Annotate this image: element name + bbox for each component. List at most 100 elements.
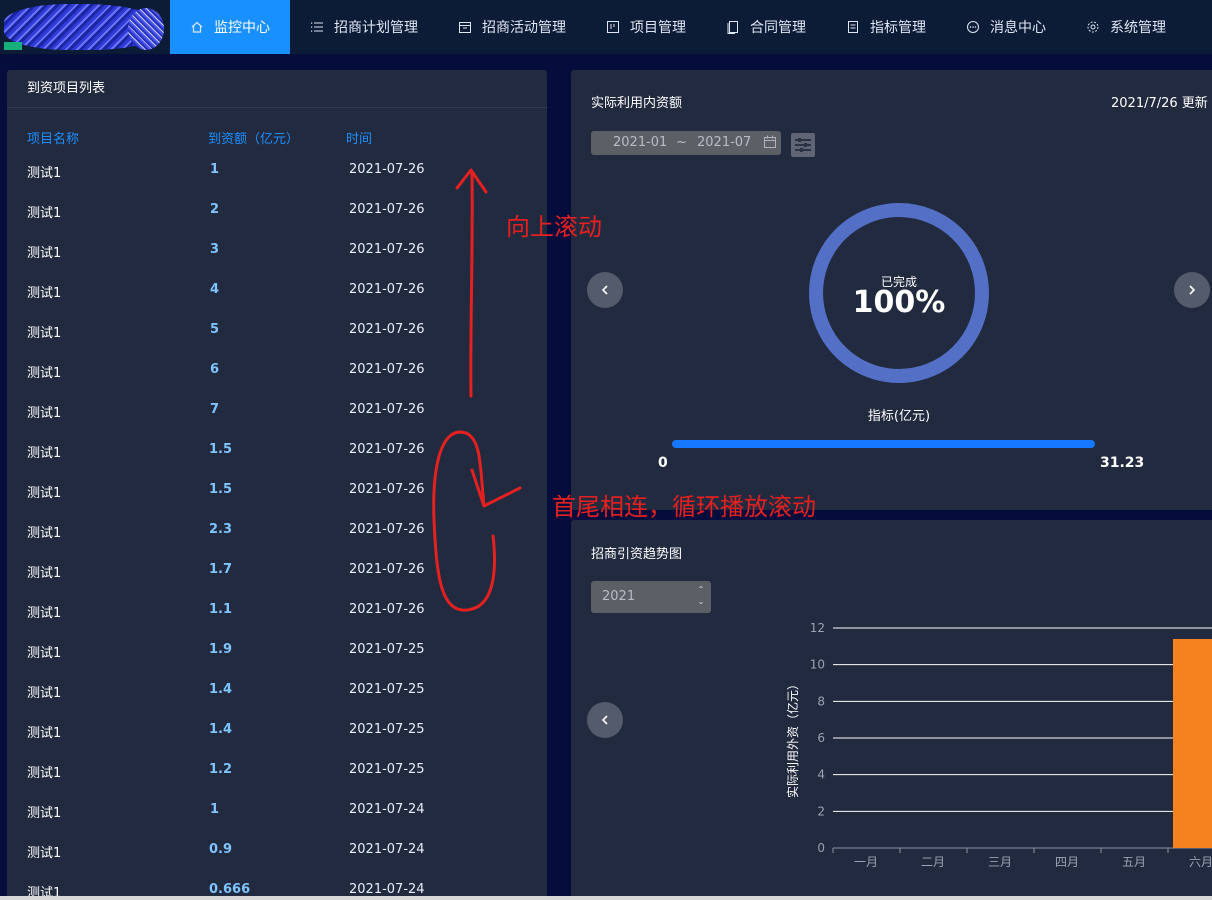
cell-project-name: 测试1 xyxy=(27,686,62,701)
nav-item-2[interactable]: 招商活动管理 xyxy=(438,0,586,54)
cell-project-name: 测试1 xyxy=(27,446,62,461)
table-row[interactable]: 测试1 1.4 2021-07-25 xyxy=(7,710,547,750)
table-row[interactable]: 测试1 2 2021-07-26 xyxy=(7,190,547,230)
y-tick-label: 10 xyxy=(810,658,825,672)
chevron-right-icon xyxy=(1189,285,1196,295)
nav-item-0[interactable]: 监控中心 xyxy=(170,0,290,54)
table-row[interactable]: 测试1 1.2 2021-07-25 xyxy=(7,750,547,790)
x-tick-label: 一月 xyxy=(854,855,878,869)
table-header: 项目名称 到资额（亿元） 时间 xyxy=(7,128,547,148)
prev-arrow-button[interactable] xyxy=(587,272,623,308)
logo xyxy=(0,0,170,54)
cell-project-name: 测试1 xyxy=(27,406,62,421)
cell-date: 2021-07-26 xyxy=(349,202,425,217)
nav-item-label: 系统管理 xyxy=(1110,20,1166,36)
cell-project-name: 测试1 xyxy=(27,806,62,821)
ring-percentage: 100% xyxy=(852,285,946,320)
cell-amount: 1.5 xyxy=(209,442,233,457)
bar xyxy=(1173,639,1212,848)
cell-amount: 0.666 xyxy=(209,882,251,897)
next-arrow-button[interactable] xyxy=(1174,272,1210,308)
chevron-left-icon xyxy=(601,285,608,295)
bar-min-value: 0 xyxy=(658,455,668,471)
cell-project-name: 测试1 xyxy=(27,526,62,541)
table-row[interactable]: 测试1 3 2021-07-26 xyxy=(7,230,547,270)
nav-item-1[interactable]: 招商计划管理 xyxy=(290,0,438,54)
table-row[interactable]: 测试1 7 2021-07-26 xyxy=(7,390,547,430)
nav-item-label: 合同管理 xyxy=(750,20,806,36)
cell-date: 2021-07-26 xyxy=(349,522,425,537)
cell-project-name: 测试1 xyxy=(27,246,62,261)
column-header-amount: 到资额（亿元） xyxy=(208,132,300,147)
cell-date: 2021-07-25 xyxy=(349,642,425,657)
table-row[interactable]: 测试1 1 2021-07-24 xyxy=(7,790,547,830)
table-row[interactable]: 测试1 2.3 2021-07-26 xyxy=(7,510,547,550)
funds-panel: 实际利用内资额 2021/7/26 更新 2021-01 ~ 2021-07 已… xyxy=(571,70,1212,510)
cell-amount: 4 xyxy=(210,282,220,297)
gear-icon xyxy=(1086,20,1100,34)
table-row[interactable]: 测试1 1.7 2021-07-26 xyxy=(7,550,547,590)
y-tick-label: 2 xyxy=(817,804,825,818)
nav-item-label: 招商活动管理 xyxy=(482,20,566,36)
x-tick-label: 二月 xyxy=(921,855,945,869)
table-row[interactable]: 测试1 1 2021-07-26 xyxy=(7,150,547,190)
table-row[interactable]: 测试1 4 2021-07-26 xyxy=(7,270,547,310)
date-separator: ~ xyxy=(676,135,687,150)
cell-amount: 5 xyxy=(210,322,220,337)
trend-panel: 招商引资趋势图 2021 ⌃ ⌄ 0 2 4 6 8 10 12 一月 二月 三月 四月 五月 六月 实际… xyxy=(571,520,1212,900)
cell-amount: 1.4 xyxy=(209,682,233,697)
table-row[interactable]: 测试1 1.5 2021-07-26 xyxy=(7,470,547,510)
cell-date: 2021-07-26 xyxy=(349,282,425,297)
y-tick-label: 0 xyxy=(817,841,825,855)
date-start: 2021-01 xyxy=(613,135,668,150)
indicator-progress-fill xyxy=(672,440,1095,448)
document-icon xyxy=(846,20,860,34)
cell-date: 2021-07-25 xyxy=(349,762,425,777)
cell-project-name: 测试1 xyxy=(27,366,62,381)
cell-date: 2021-07-26 xyxy=(349,442,425,457)
table-row[interactable]: 测试1 1.4 2021-07-25 xyxy=(7,670,547,710)
cell-date: 2021-07-24 xyxy=(349,802,425,817)
date-range-picker[interactable]: 2021-01 ~ 2021-07 xyxy=(591,131,781,155)
nav-item-5[interactable]: 指标管理 xyxy=(826,0,946,54)
nav-item-4[interactable]: 合同管理 xyxy=(706,0,826,54)
cell-project-name: 测试1 xyxy=(27,606,62,621)
nav-item-3[interactable]: 项目管理 xyxy=(586,0,706,54)
x-tick-label: 五月 xyxy=(1122,855,1146,869)
project-icon xyxy=(606,20,620,34)
main-nav: 监控中心 招商计划管理 招商活动管理 项目管理 合同管理 指标管理 消息中心 系统管理 xyxy=(170,0,1186,54)
table-row[interactable]: 测试1 1.9 2021-07-25 xyxy=(7,630,547,670)
nav-item-label: 监控中心 xyxy=(214,20,270,36)
indicator-progress-bar xyxy=(672,440,1095,448)
cell-amount: 1.4 xyxy=(209,722,233,737)
cell-project-name: 测试1 xyxy=(27,726,62,741)
nav-item-label: 项目管理 xyxy=(630,20,686,36)
cell-amount: 1.9 xyxy=(209,642,233,657)
nav-item-7[interactable]: 系统管理 xyxy=(1066,0,1186,54)
cell-date: 2021-07-26 xyxy=(349,242,425,257)
date-end: 2021-07 xyxy=(697,135,752,150)
trend-bar-chart: 0 2 4 6 8 10 12 一月 二月 三月 四月 五月 六月 实际利用外资（亿元） xyxy=(785,621,1212,869)
cell-date: 2021-07-26 xyxy=(349,602,425,617)
table-row[interactable]: 测试1 1.1 2021-07-26 xyxy=(7,590,547,630)
table-row[interactable]: 测试1 1.5 2021-07-26 xyxy=(7,430,547,470)
project-table-body[interactable]: 测试1 1 2021-07-26 测试1 2 2021-07-26 测试1 3 2021-07-… xyxy=(7,150,547,900)
filter-icon[interactable] xyxy=(791,133,815,157)
updated-time: 2021/7/26 更新 xyxy=(1111,96,1208,111)
y-tick-label: 8 xyxy=(817,694,825,708)
home-icon xyxy=(190,20,204,34)
cell-project-name: 测试1 xyxy=(27,286,62,301)
cell-amount: 1 xyxy=(210,802,220,817)
cell-date: 2021-07-24 xyxy=(349,882,425,897)
column-header-time: 时间 xyxy=(346,132,373,147)
table-row[interactable]: 测试1 6 2021-07-26 xyxy=(7,350,547,390)
cell-amount: 1.1 xyxy=(209,602,233,617)
cell-date: 2021-07-26 xyxy=(349,402,425,417)
nav-item-6[interactable]: 消息中心 xyxy=(946,0,1066,54)
nav-item-label: 招商计划管理 xyxy=(334,20,418,36)
table-row[interactable]: 测试1 0.9 2021-07-24 xyxy=(7,830,547,870)
cell-date: 2021-07-26 xyxy=(349,322,425,337)
project-list-panel: 到资项目列表 项目名称 到资额（亿元） 时间 测试1 1 2021-07-26 测试1… xyxy=(7,70,547,900)
cell-project-name: 测试1 xyxy=(27,206,62,221)
table-row[interactable]: 测试1 5 2021-07-26 xyxy=(7,310,547,350)
